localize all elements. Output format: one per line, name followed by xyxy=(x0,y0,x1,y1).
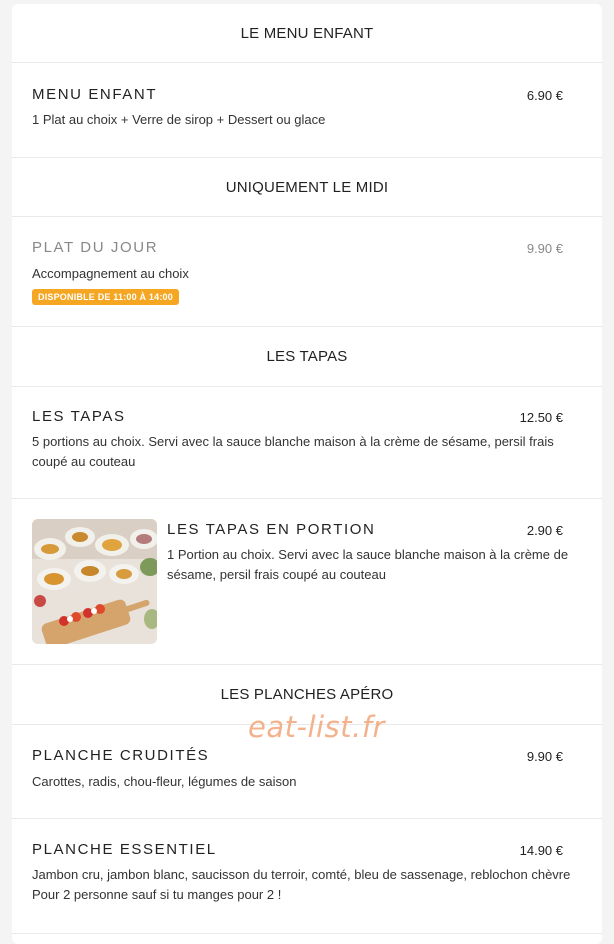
item-price: 6.90 € xyxy=(526,88,563,103)
item-price: 12.50 € xyxy=(519,410,563,425)
menu-item-les-tapas[interactable]: LES TAPAS 12.50 € 5 portions au choix. S… xyxy=(12,387,602,499)
menu-item-plat-du-jour[interactable]: PLAT DU JOUR 9.90 € Accompagnement au ch… xyxy=(12,217,602,327)
item-name: LES TAPAS EN PORTION xyxy=(167,521,376,538)
item-name: PLAT DU JOUR xyxy=(32,239,159,256)
tapas-photo-image xyxy=(32,519,157,644)
section-title-text: UNIQUEMENT LE MIDI xyxy=(225,178,389,196)
tapas-photo xyxy=(32,519,157,644)
section-title-les-tapas: LES TAPAS xyxy=(12,327,602,387)
item-price: 9.90 € xyxy=(526,241,563,256)
section-title-text: LES PLANCHES APÉRO xyxy=(220,686,394,703)
item-description: Jambon cru, jambon blanc, saucisson du t… xyxy=(32,867,571,902)
item-name: LES TAPAS xyxy=(32,408,126,425)
section-title-text: LE MENU ENFANT xyxy=(240,24,374,42)
item-description: 1 Plat au choix + Verre de sirop + Desse… xyxy=(32,112,326,127)
item-price: 2.90 € xyxy=(526,523,563,538)
section-title-menu-enfant: LE MENU ENFANT xyxy=(12,4,602,63)
item-description: 1 Portion au choix. Servi avec la sauce … xyxy=(167,547,569,582)
menu-item-les-tapas-en-portion[interactable]: LES TAPAS EN PORTION 2.90 € 1 Portion au… xyxy=(12,499,602,665)
item-price: 9.90 € xyxy=(526,749,563,764)
section-title-text: LES TAPAS xyxy=(266,348,348,365)
section-title-uniquement-le-midi: UNIQUEMENT LE MIDI xyxy=(12,158,602,217)
item-description: Carottes, radis, chou-fleur, légumes de … xyxy=(32,774,297,789)
item-description: 5 portions au choix. Servi avec la sauce… xyxy=(32,434,554,469)
menu-item-menu-enfant[interactable]: MENU ENFANT 6.90 € 1 Plat au choix + Ver… xyxy=(12,63,602,158)
item-name: PLANCHE ESSENTIEL xyxy=(32,841,217,858)
item-description: Accompagnement au choix xyxy=(32,266,189,281)
availability-badge: DISPONIBLE DE 11:00 À 14:00 xyxy=(32,289,179,305)
item-price: 14.90 € xyxy=(519,843,563,858)
menu-card: LE MENU ENFANT MENU ENFANT 6.90 € 1 Plat… xyxy=(12,4,602,944)
menu-item-planche-essentiel[interactable]: PLANCHE ESSENTIEL 14.90 € Jambon cru, ja… xyxy=(12,819,602,934)
item-name: MENU ENFANT xyxy=(32,86,158,103)
item-name: PLANCHE CRUDITÉS xyxy=(32,747,210,764)
watermark: eat-list.fr xyxy=(248,710,385,744)
